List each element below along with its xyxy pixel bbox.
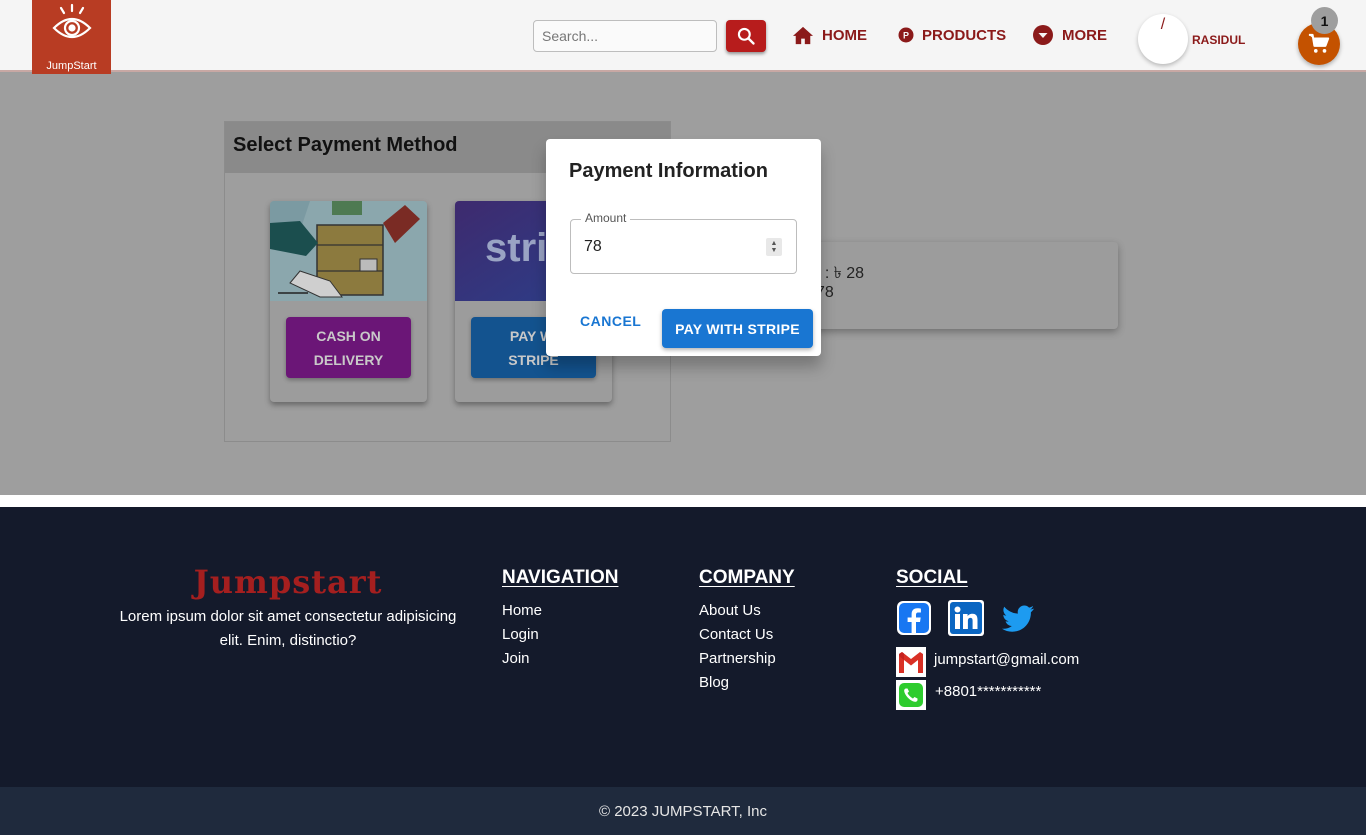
nav-products[interactable]: P PRODUCTS xyxy=(898,24,1006,46)
footer-email[interactable]: jumpstart@gmail.com xyxy=(934,651,1079,668)
cart-icon xyxy=(1308,33,1330,53)
copyright-bar: © 2023 JUMPSTART, Inc xyxy=(0,787,1366,835)
amount-stepper[interactable]: ▲ ▼ xyxy=(766,238,782,256)
cash-on-delivery-button[interactable]: CASH ON DELIVERY xyxy=(286,317,411,378)
top-navbar: JumpStart HOME P PRODUCTS MORE / RASIDUL xyxy=(0,0,1366,76)
amount-label: Amount xyxy=(581,211,631,225)
cod-label-line1: CASH ON xyxy=(316,327,381,344)
amount-value[interactable]: 78 xyxy=(584,238,602,256)
social-heading: SOCIAL xyxy=(896,567,968,588)
footer: Jumpstart Lorem ipsum dolor sit amet con… xyxy=(0,507,1366,787)
logo[interactable]: JumpStart xyxy=(32,0,111,76)
nav-home-label: HOME xyxy=(822,26,867,44)
avatar-text: / xyxy=(1160,16,1166,33)
nav-home[interactable]: HOME xyxy=(792,24,867,46)
footer-link-contact-us[interactable]: Contact Us xyxy=(699,626,773,643)
pay-with-stripe-button[interactable]: PAY WITH STRIPE xyxy=(662,309,813,348)
footer-link-blog[interactable]: Blog xyxy=(699,674,729,691)
footer-brand: Jumpstart xyxy=(193,563,383,601)
cash-on-delivery-illustration xyxy=(270,201,427,301)
avatar[interactable]: / xyxy=(1138,14,1188,64)
footer-phone[interactable]: +8801*********** xyxy=(935,683,1041,700)
search-icon xyxy=(737,27,755,45)
footer-description: Lorem ipsum dolor sit amet consectetur a… xyxy=(119,608,457,649)
payment-information-dialog: Payment Information Amount 78 ▲ ▼ CANCEL… xyxy=(546,139,821,356)
company-heading: COMPANY xyxy=(699,567,795,588)
stepper-up-icon[interactable]: ▲ xyxy=(771,240,778,247)
footer-link-about-us[interactable]: About Us xyxy=(699,602,761,619)
footer-link-home[interactable]: Home xyxy=(502,602,542,619)
whatsapp-phone-icon xyxy=(896,680,926,710)
nav-more-label: MORE xyxy=(1062,26,1107,44)
amount-field[interactable]: Amount 78 ▲ ▼ xyxy=(570,211,797,274)
products-icon: P xyxy=(898,27,914,43)
nav-products-label: PRODUCTS xyxy=(922,26,1007,44)
gmail-icon xyxy=(896,647,926,677)
cart-count-badge: 1 xyxy=(1311,7,1338,34)
cod-label-line2: DELIVERY xyxy=(313,351,384,368)
copyright-text: © 2023 JUMPSTART, Inc xyxy=(598,802,768,820)
search-input[interactable] xyxy=(533,20,717,52)
username[interactable]: RASIDUL xyxy=(1192,33,1245,47)
svg-text:P: P xyxy=(903,31,909,41)
nav-more[interactable]: MORE xyxy=(1032,24,1107,46)
twitter-icon[interactable] xyxy=(1000,600,1036,636)
logo-text: JumpStart xyxy=(46,60,97,72)
eye-logo-icon xyxy=(51,3,92,39)
summary-amount-line: t : ৳ 28 xyxy=(816,265,864,282)
navigation-heading: NAVIGATION xyxy=(502,567,619,588)
dialog-title: Payment Information xyxy=(569,160,768,182)
footer-link-partnership[interactable]: Partnership xyxy=(699,650,776,667)
linkedin-icon[interactable] xyxy=(948,600,984,636)
stepper-down-icon[interactable]: ▼ xyxy=(771,247,778,254)
cancel-button[interactable]: CANCEL xyxy=(580,313,641,329)
footer-link-join[interactable]: Join xyxy=(502,650,530,667)
section-divider xyxy=(0,495,1366,507)
chevron-down-icon xyxy=(1033,25,1053,45)
search-button[interactable] xyxy=(726,20,766,52)
footer-link-login[interactable]: Login xyxy=(502,626,539,643)
home-icon xyxy=(793,26,813,45)
facebook-icon[interactable] xyxy=(896,600,932,636)
cod-card: CASH ON DELIVERY xyxy=(270,201,427,402)
payment-method-title: Select Payment Method xyxy=(233,134,458,156)
